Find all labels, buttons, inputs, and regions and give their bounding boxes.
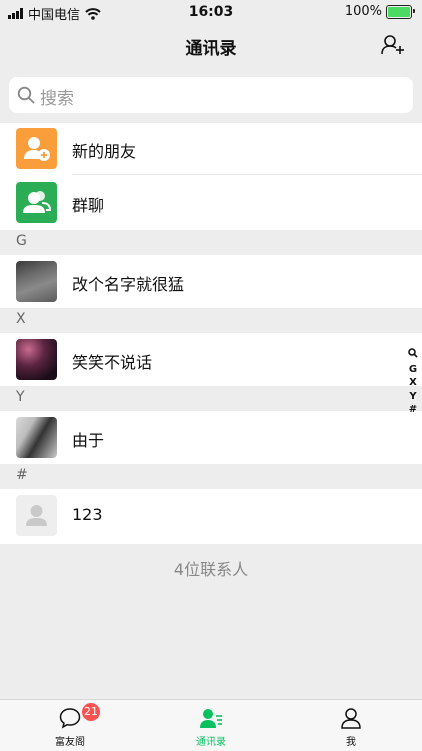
- new-friends-row[interactable]: 新的朋友: [0, 123, 422, 175]
- group-chat-row[interactable]: 群聊: [0, 175, 422, 230]
- tab-label: 我: [346, 737, 356, 748]
- contact-name: 123: [72, 505, 103, 524]
- tab-label: 富友阁: [55, 737, 85, 748]
- status-bar: 中国电信 16:03 100%: [0, 0, 422, 24]
- new-friend-icon: [16, 128, 57, 169]
- section-letter: X: [16, 311, 26, 327]
- person-icon: [341, 708, 361, 729]
- chat-bubble-icon: [59, 708, 81, 729]
- avatar: [16, 261, 57, 302]
- new-friends-label: 新的朋友: [72, 142, 137, 161]
- tab-label: 通讯录: [196, 737, 226, 748]
- group-chat-icon: [16, 182, 57, 223]
- search-icon: [17, 86, 35, 104]
- contact-row[interactable]: 笑笑不说话: [0, 333, 422, 386]
- contact-row[interactable]: 由于: [0, 411, 422, 464]
- contact-name: 改个名字就很猛: [72, 275, 185, 294]
- status-right: 100%: [344, 4, 415, 19]
- section-letter: #: [16, 467, 28, 483]
- unread-badge: 21: [82, 703, 100, 721]
- tab-chats[interactable]: 21 富友阁: [0, 700, 140, 751]
- contact-name: 由于: [72, 431, 105, 450]
- nav-bar: 通讯录: [0, 24, 422, 68]
- section-header-y: Y: [0, 386, 422, 411]
- section-header-hash: #: [0, 464, 422, 489]
- tab-contacts[interactable]: 通讯录: [141, 700, 281, 751]
- tab-bar: 21 富友阁 通讯录 我: [0, 699, 422, 751]
- search-input[interactable]: 搜索: [9, 77, 413, 113]
- index-search-icon[interactable]: [405, 348, 421, 363]
- battery-percent: 100%: [344, 4, 382, 19]
- group-chat-label: 群聊: [72, 196, 105, 215]
- index-letter[interactable]: #: [405, 403, 421, 417]
- contacts-icon: [200, 709, 222, 728]
- default-avatar-icon: [16, 495, 57, 536]
- section-letter: Y: [16, 389, 25, 405]
- contact-count: 4位联系人: [173, 560, 249, 579]
- battery-icon: [386, 4, 415, 19]
- contact-name: 笑笑不说话: [72, 353, 153, 372]
- section-header-g: G: [0, 230, 422, 255]
- contact-row[interactable]: 改个名字就很猛: [0, 255, 422, 308]
- section-letter: G: [16, 233, 27, 249]
- search-placeholder: 搜索: [40, 89, 74, 109]
- contact-row[interactable]: 123: [0, 489, 422, 544]
- contact-list: 新的朋友 群聊 G 改个名字就很猛 X 笑笑不说话 Y 由于 # 123: [0, 123, 422, 544]
- page-title: 通讯录: [185, 39, 237, 59]
- index-letter[interactable]: Y: [405, 390, 421, 404]
- alphabet-index[interactable]: G X Y #: [405, 348, 421, 417]
- tab-me[interactable]: 我: [281, 700, 421, 751]
- index-letter[interactable]: G: [405, 363, 421, 377]
- avatar: [16, 339, 57, 380]
- section-header-x: X: [0, 308, 422, 333]
- add-contact-icon[interactable]: [380, 32, 406, 58]
- index-letter[interactable]: X: [405, 376, 421, 390]
- avatar: [16, 417, 57, 458]
